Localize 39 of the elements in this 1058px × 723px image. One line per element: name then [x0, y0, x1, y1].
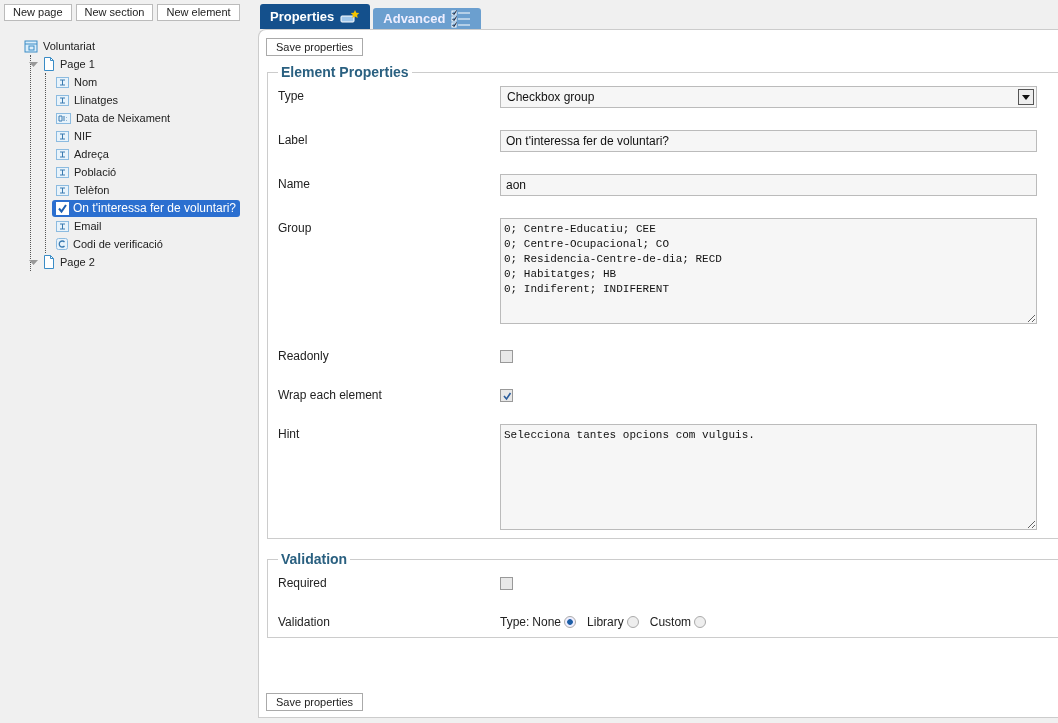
text-area[interactable]: Selecciona tantes opcions com vulguis. [500, 424, 1037, 530]
tree-item[interactable]: Codi de verificació [73, 238, 163, 250]
field-label: Hint [278, 426, 301, 441]
save-button[interactable]: Save properties [266, 38, 364, 56]
section-title: Validation [280, 551, 349, 567]
field-label: Group [278, 220, 313, 235]
radio-label: Library [587, 615, 624, 629]
tree-item[interactable]: Població [74, 166, 117, 178]
field-label: Wrap each element [278, 387, 383, 402]
radio-label: None [532, 615, 562, 629]
type-dropdown[interactable]: Checkbox group [500, 86, 1037, 108]
tree-item[interactable]: Page 2 [60, 256, 95, 268]
field-label: Name [278, 176, 311, 191]
section-title: Element Properties [280, 64, 410, 80]
tree-item[interactable]: Nom [74, 76, 98, 88]
tree-item[interactable]: NIF [74, 130, 92, 142]
tree-item[interactable]: Telèfon [74, 184, 110, 196]
field-label: Required [278, 575, 328, 590]
toolbar-button[interactable]: New page [4, 4, 72, 21]
toolbar-button[interactable]: New section [75, 4, 154, 21]
save-button[interactable]: Save properties [266, 693, 364, 711]
radio-label: Custom [649, 615, 692, 629]
text-area[interactable]: 0; Centre-Educatiu; CEE 0; Centre-Ocupacional; CO 0; Residencia-Centre-de-dia; RECD 0; Habitatges; HB 0; Indiferent; INDIFERENT [500, 218, 1037, 324]
tree-item[interactable]: Page 1 [60, 58, 95, 70]
field-label: Label [278, 132, 309, 147]
field-label: Validation [278, 614, 331, 629]
tree-item[interactable]: Adreça [74, 148, 109, 160]
tree-item[interactable]: Email [74, 220, 102, 232]
field-label: Readonly [278, 348, 330, 363]
text-field[interactable]: On t'interessa fer de voluntari? [500, 130, 1037, 152]
tab[interactable]: Properties [260, 4, 371, 29]
toolbar-button[interactable]: New element [157, 4, 240, 21]
radio-prefix: Type: [500, 615, 530, 629]
tree-item[interactable]: On t'interessa fer de voluntari? [73, 201, 237, 215]
tree-item[interactable]: Voluntariat [43, 40, 95, 52]
text-field[interactable]: aon [500, 174, 1037, 196]
field-label: Type [278, 88, 305, 103]
tree-item[interactable]: Llinatges [74, 94, 119, 106]
tree-item[interactable]: Data de Neixament [76, 112, 171, 124]
